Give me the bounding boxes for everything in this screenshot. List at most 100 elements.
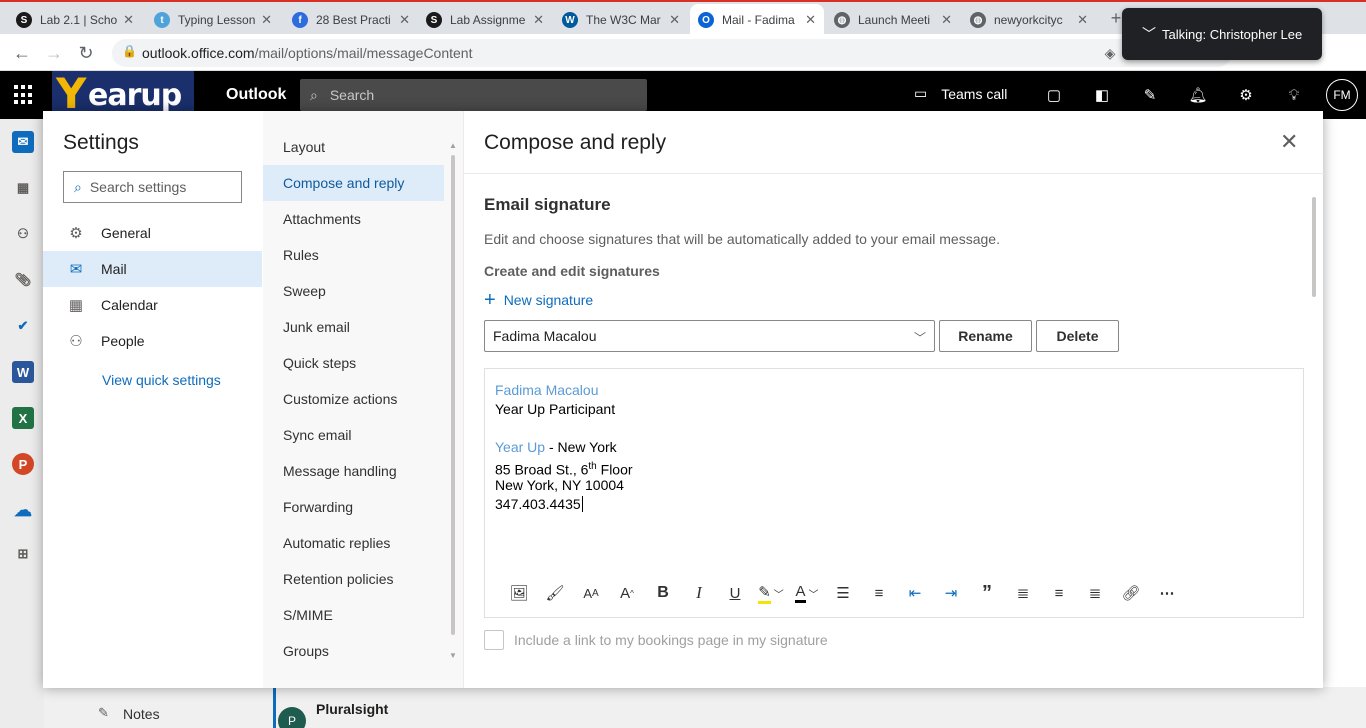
search-input[interactable]: ⌕ Search bbox=[300, 79, 647, 111]
view-quick-settings-link[interactable]: View quick settings bbox=[102, 372, 221, 388]
teams-call-button[interactable]: ▭ Teams call bbox=[914, 85, 1007, 102]
more-apps-icon[interactable]: ⊞ bbox=[12, 543, 34, 565]
browser-tab[interactable]: ◍ Launch Meeti ✕ bbox=[826, 4, 960, 36]
underline-icon[interactable]: U bbox=[717, 579, 753, 607]
browser-tab[interactable]: W The W3C Mar ✕ bbox=[554, 4, 688, 36]
mail-section-item[interactable]: Forwarding bbox=[263, 489, 444, 525]
mail-section-item[interactable]: Quick steps bbox=[263, 345, 444, 381]
font-size-icon[interactable]: A ^ bbox=[609, 579, 645, 607]
mail-section-item[interactable]: Groups bbox=[263, 633, 444, 669]
scroll-up-icon[interactable]: ▲ bbox=[449, 141, 457, 150]
font-icon[interactable]: AA bbox=[573, 579, 609, 607]
bullets-icon[interactable]: ☰ bbox=[825, 579, 861, 607]
bold-icon[interactable]: B bbox=[645, 579, 681, 607]
todo-check-icon[interactable]: ✔ bbox=[12, 315, 34, 337]
font-color-icon[interactable]: A ﹀ bbox=[789, 579, 825, 607]
browser-tab[interactable]: O Mail - Fadima ✕ bbox=[690, 4, 824, 36]
app-launcher-icon[interactable] bbox=[14, 85, 34, 105]
close-icon[interactable]: ✕ bbox=[1077, 12, 1088, 28]
settings-category-calendar[interactable]: ▦ Calendar bbox=[43, 287, 262, 323]
reload-icon[interactable]: ↻ bbox=[74, 41, 98, 65]
highlight-icon[interactable]: ✎ ﹀ bbox=[753, 579, 789, 607]
mail-section-item[interactable]: Sweep bbox=[263, 273, 444, 309]
org-link[interactable]: Year Up bbox=[495, 439, 545, 455]
notes-folder[interactable]: Notes bbox=[123, 706, 160, 722]
browser-tab[interactable]: t Typing Lesson ✕ bbox=[146, 4, 280, 36]
bookings-checkbox[interactable] bbox=[484, 630, 504, 650]
bell-icon[interactable]: 🔔︎ bbox=[1186, 83, 1210, 107]
quote-icon[interactable]: ” bbox=[969, 579, 1005, 607]
todo-icon[interactable]: ✎ bbox=[1138, 83, 1162, 107]
mail-section-item[interactable]: Attachments bbox=[263, 201, 444, 237]
excel-icon[interactable]: X bbox=[12, 407, 34, 429]
forward-icon[interactable]: → bbox=[42, 41, 66, 65]
settings-search-input[interactable]: ⌕ Search settings bbox=[63, 171, 242, 203]
avatar[interactable]: FM bbox=[1326, 79, 1358, 111]
format-painter-icon[interactable]: 🖌︎ bbox=[537, 579, 573, 607]
link-icon[interactable]: 🔗︎ bbox=[1113, 579, 1149, 607]
feedback-icon[interactable]: ▢ bbox=[1042, 83, 1066, 107]
insert-picture-icon[interactable]: 🖼︎ bbox=[501, 579, 537, 607]
signature-editor[interactable]: Fadima Macalou Year Up Participant Year … bbox=[484, 368, 1304, 618]
message-sender[interactable]: Pluralsight bbox=[316, 701, 388, 717]
align-center-icon[interactable]: ≡ bbox=[1041, 579, 1077, 607]
attachment-icon[interactable]: 📎︎ bbox=[12, 269, 34, 291]
new-signature-button[interactable]: + New signature bbox=[484, 290, 593, 310]
close-icon[interactable]: ✕ bbox=[399, 12, 410, 28]
panel-scrollbar[interactable] bbox=[1312, 197, 1316, 297]
mail-section-item[interactable]: Retention policies bbox=[263, 561, 444, 597]
close-icon[interactable]: ✕ bbox=[1280, 131, 1298, 153]
align-right-icon[interactable]: ≣ bbox=[1077, 579, 1113, 607]
gear-icon[interactable]: ⚙ bbox=[1234, 83, 1258, 107]
office-icon[interactable]: ◧ bbox=[1090, 83, 1114, 107]
nav-scrollbar[interactable] bbox=[451, 155, 455, 635]
signature-text[interactable]: Fadima Macalou Year Up Participant Year … bbox=[495, 381, 633, 514]
mail-section-item[interactable]: S/MIME bbox=[263, 597, 444, 633]
browser-tab[interactable]: S Lab 2.1 | Scho ✕ bbox=[8, 4, 142, 36]
settings-category-people[interactable]: ⚇ People bbox=[43, 323, 262, 359]
mail-section-item[interactable]: Customize actions bbox=[263, 381, 444, 417]
browser-tab[interactable]: f 28 Best Practi ✕ bbox=[284, 4, 418, 36]
mail-section-item[interactable]: Rules bbox=[263, 237, 444, 273]
decrease-indent-icon[interactable]: ⇤ bbox=[897, 579, 933, 607]
talking-popup[interactable]: ﹀ Talking: Christopher Lee bbox=[1122, 8, 1322, 60]
align-left-icon[interactable]: ≣ bbox=[1005, 579, 1041, 607]
powerpoint-icon[interactable]: P bbox=[12, 453, 34, 475]
delete-button[interactable]: Delete bbox=[1036, 320, 1119, 352]
people-icon[interactable]: ⚇ bbox=[12, 223, 34, 245]
more-options-icon[interactable]: ⋯ bbox=[1149, 579, 1185, 607]
browser-tab[interactable]: ◍ newyorkcityc ✕ bbox=[962, 4, 1096, 36]
app-title[interactable]: Outlook bbox=[226, 86, 286, 104]
mail-section-item[interactable]: Compose and reply bbox=[263, 165, 444, 201]
divider bbox=[464, 173, 1324, 174]
numbering-icon[interactable]: ≡ bbox=[861, 579, 897, 607]
browser-tab[interactable]: S Lab Assignme ✕ bbox=[418, 4, 552, 36]
close-icon[interactable]: ✕ bbox=[123, 12, 134, 28]
mail-section-item[interactable]: Message handling bbox=[263, 453, 444, 489]
close-icon[interactable]: ✕ bbox=[669, 12, 680, 28]
calendar-icon[interactable]: ▦ bbox=[12, 177, 34, 199]
back-icon[interactable]: ← bbox=[10, 41, 34, 65]
word-icon[interactable]: W bbox=[12, 361, 34, 383]
close-icon[interactable]: ✕ bbox=[941, 12, 952, 28]
close-icon[interactable]: ✕ bbox=[261, 12, 272, 28]
mail-section-item[interactable]: Automatic replies bbox=[263, 525, 444, 561]
mail-section-item[interactable]: Layout bbox=[263, 129, 444, 165]
close-icon[interactable]: ✕ bbox=[805, 12, 816, 28]
close-icon[interactable]: ✕ bbox=[533, 12, 544, 28]
settings-category-mail[interactable]: ✉ Mail bbox=[43, 251, 262, 287]
mail-section-item[interactable]: Sync email bbox=[263, 417, 444, 453]
extension-icon[interactable]: ◈ bbox=[1098, 41, 1122, 65]
onedrive-icon[interactable]: ☁ bbox=[12, 499, 34, 521]
calendar-icon: ▦ bbox=[68, 297, 84, 314]
scroll-down-icon[interactable]: ▼ bbox=[449, 651, 457, 660]
italic-icon[interactable]: I bbox=[681, 579, 717, 607]
increase-indent-icon[interactable]: ⇥ bbox=[933, 579, 969, 607]
mail-section-item[interactable]: Junk email bbox=[263, 309, 444, 345]
lightbulb-icon[interactable]: 💡︎ bbox=[1282, 83, 1306, 107]
address-bar[interactable]: 🔒 outlook.office.com/mail/options/mail/m… bbox=[112, 39, 1232, 67]
mail-icon[interactable]: ✉ bbox=[12, 131, 34, 153]
rename-button[interactable]: Rename bbox=[939, 320, 1032, 352]
settings-category-general[interactable]: ⚙ General bbox=[43, 215, 262, 251]
signature-dropdown[interactable]: Fadima Macalou ﹀ bbox=[484, 320, 935, 352]
